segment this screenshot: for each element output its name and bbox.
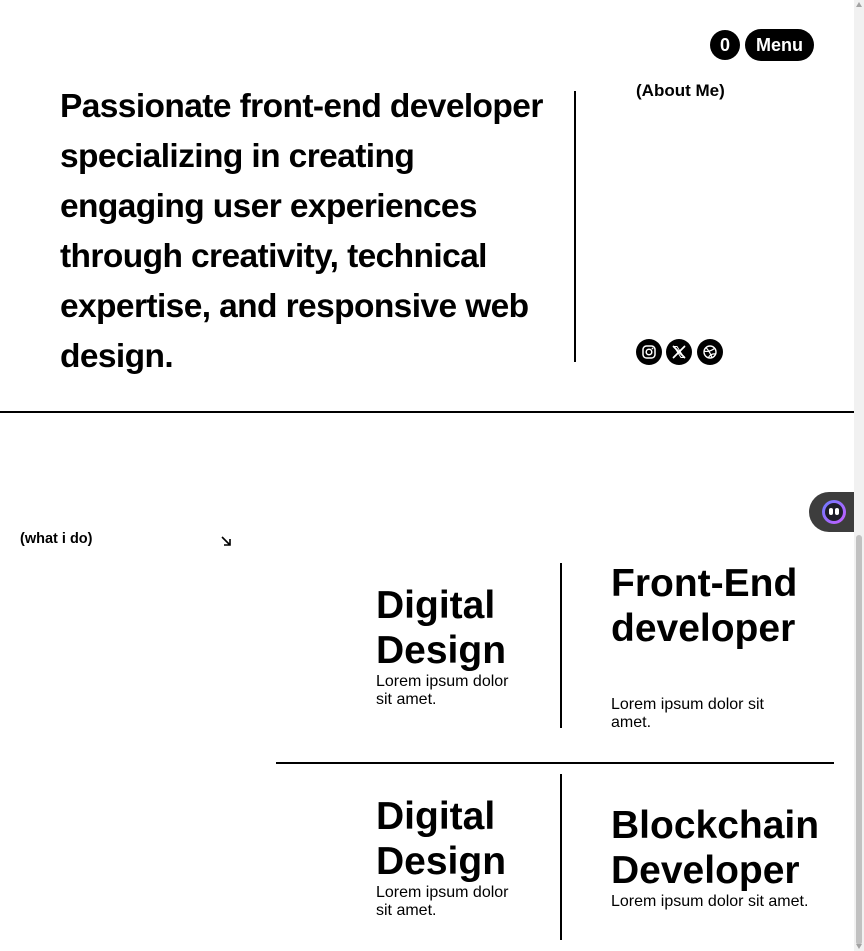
service-title: Digital Design [376,795,507,883]
scrollbar-thumb[interactable] [856,535,862,945]
scroll-down-icon[interactable] [856,944,862,949]
scroll-up-icon[interactable] [856,2,862,7]
service-title: Front-End developer [611,562,798,650]
service-divider [560,563,562,728]
about-text: Passionate front-end developer specializ… [60,88,543,375]
about-divider [574,91,576,362]
service-title: Blockchain Developer [611,804,820,892]
service-description: Lorem ipsum dolor sit amet. [376,884,509,919]
service-description: Lorem ipsum dolor sit amet. [611,696,764,731]
page-scrollbar[interactable] [854,0,864,951]
x-icon[interactable] [666,339,692,365]
chatbot-icon [822,500,846,524]
service-divider [560,774,562,940]
services-label: (what i do) [20,531,93,547]
cart-count-button[interactable]: 0 [710,30,740,60]
arrow-down-right-icon [221,536,231,546]
section-divider [0,411,854,413]
service-description: Lorem ipsum dolor sit amet. [611,893,809,910]
dribbble-icon[interactable] [697,339,723,365]
service-description: Lorem ipsum dolor sit amet. [376,673,509,708]
service-row-divider [276,762,834,764]
instagram-icon[interactable] [636,339,662,365]
menu-button[interactable]: Menu [745,29,814,61]
service-title: Digital Design [376,584,507,672]
about-label: (About Me) [636,81,725,100]
